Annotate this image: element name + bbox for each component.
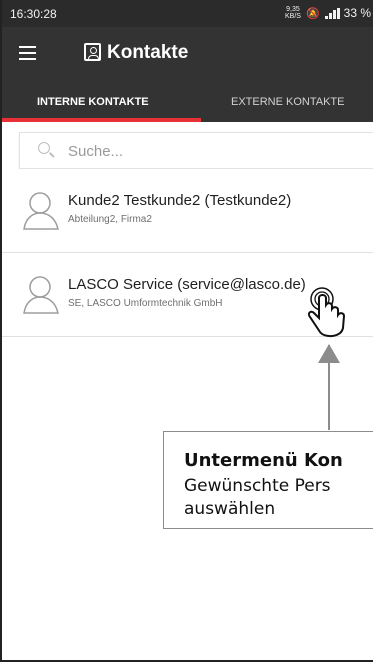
status-time: 16:30:28 [10,7,57,21]
contact-book-icon [84,43,101,61]
contact-name: LASCO Service (service@lasco.de) [68,276,306,293]
network-speed-value: 9,35 [286,6,300,13]
network-speed: 9,35 KB/S [285,6,301,20]
tab-interne-kontakte[interactable]: INTERNE KONTAKTE [37,96,149,108]
contact-list-item[interactable]: Kunde2 Testkunde2 (Testkunde2) Abteilung… [2,169,373,253]
callout-line-2: auswählen [184,499,276,519]
annotation-arrow [318,344,340,363]
status-indicators: 9,35 KB/S 🔕 33 % [285,6,371,20]
android-contacts-screen: 16:30:28 9,35 KB/S 🔕 33 % Kontakte INTER… [0,0,373,662]
app-bar: Kontakte [2,27,373,83]
hamburger-menu-icon[interactable] [19,46,36,60]
callout-text: Gewünschte Pers auswählen [184,475,373,521]
hand-pointer-icon [307,287,346,338]
tab-externe-kontakte[interactable]: EXTERNE KONTAKTE [231,96,344,108]
contact-tabs: INTERNE KONTAKTE EXTERNE KONTAKTE [2,83,373,122]
search-input[interactable]: Suche... [19,132,373,169]
network-speed-unit: KB/S [284,13,301,20]
selected-tab-indicator [2,118,201,122]
contact-department: SE, LASCO Umformtechnik GmbH [68,298,223,309]
person-icon [23,276,59,314]
contact-name: Kunde2 Testkunde2 (Testkunde2) [68,192,292,209]
page-title: Kontakte [107,42,189,63]
instruction-callout: Untermenü Kon Gewünschte Pers auswählen [163,431,373,529]
person-icon [23,192,59,230]
contact-department: Abteilung2, Firma2 [68,214,152,225]
status-bar: 16:30:28 9,35 KB/S 🔕 33 % [2,0,373,27]
signal-strength-icon [324,7,340,19]
search-placeholder: Suche... [68,143,124,160]
callout-title: Untermenü Kon [184,450,343,471]
callout-line-1: Gewünschte Pers [184,476,331,496]
search-icon [38,142,50,154]
battery-percentage: 33 % [343,6,371,20]
muted-notification-icon: 🔕 [305,7,320,20]
